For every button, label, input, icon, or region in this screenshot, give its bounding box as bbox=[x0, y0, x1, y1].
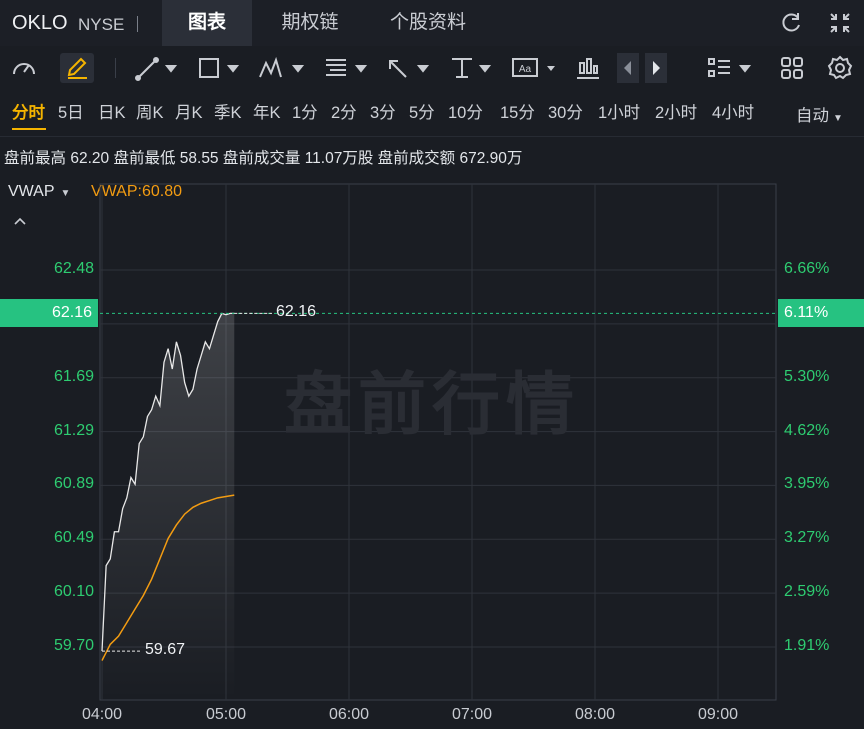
price-chart[interactable]: 盘前行情 bbox=[0, 0, 864, 729]
x-tick-label: 09:00 bbox=[697, 706, 739, 723]
x-tick-label: 06:00 bbox=[328, 706, 370, 723]
y-tick-label: 60.89 bbox=[53, 475, 94, 493]
last-pct-badge: 6.11% bbox=[778, 299, 864, 328]
pct-tick-label: 6.66% bbox=[784, 260, 830, 277]
pct-tick-label: 2.59% bbox=[784, 583, 830, 601]
watermark-text: 盘前行情 bbox=[284, 366, 580, 445]
x-tick-label: 04:00 bbox=[81, 706, 123, 723]
pct-tick-label: 1.91% bbox=[784, 637, 830, 654]
y-tick-label: 61.69 bbox=[53, 367, 94, 385]
x-tick-label: 08:00 bbox=[574, 706, 616, 723]
open-price-label: 59.67 bbox=[145, 641, 186, 659]
pct-tick-label: 5.30% bbox=[784, 367, 830, 385]
pct-tick-label: 4.62% bbox=[784, 421, 830, 439]
y-tick-label: 61.29 bbox=[53, 421, 94, 439]
y-tick-label: 60.49 bbox=[53, 529, 94, 547]
last-price-label: 62.16 bbox=[276, 303, 317, 321]
pct-tick-label: 3.95% bbox=[784, 475, 830, 493]
y-tick-label: 62.48 bbox=[53, 260, 94, 277]
y-tick-label: 59.70 bbox=[53, 637, 94, 654]
y-tick-label: 60.10 bbox=[53, 583, 94, 601]
x-tick-label: 07:00 bbox=[451, 706, 493, 723]
pct-tick-label: 3.27% bbox=[784, 529, 830, 547]
x-tick-label: 05:00 bbox=[205, 706, 247, 723]
last-price-badge: 62.16 bbox=[0, 299, 98, 328]
